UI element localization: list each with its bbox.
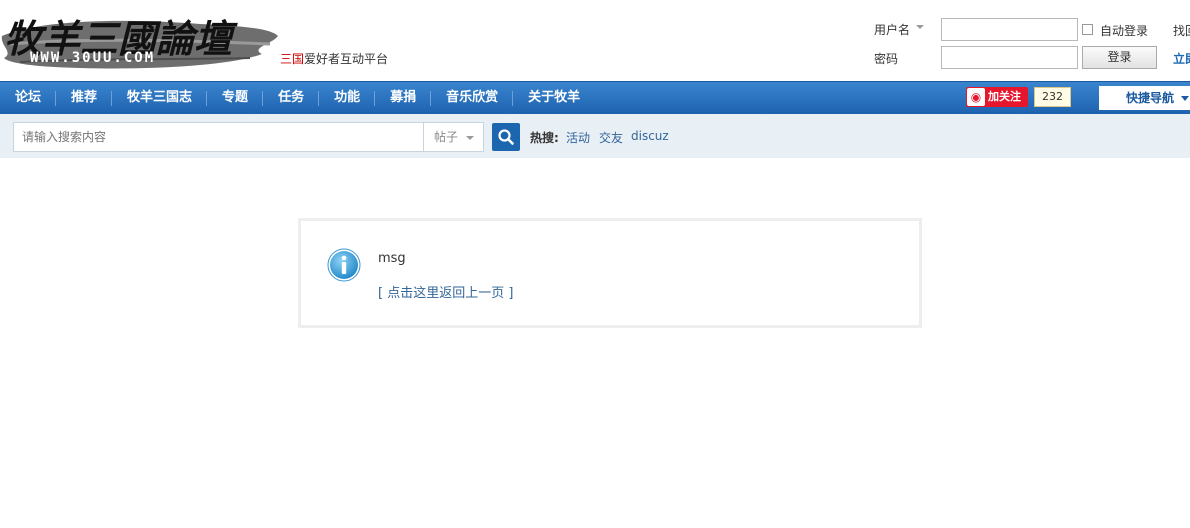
password-label: 密码 <box>874 52 899 66</box>
nav-item-about[interactable]: 关于牧羊 <box>513 82 595 114</box>
search-type-select[interactable]: 帖子 <box>423 122 484 152</box>
forgot-password-link[interactable]: 找回 <box>1173 22 1190 39</box>
hot-search-link[interactable]: discuz <box>631 129 669 143</box>
site-logo[interactable]: 牧羊三國論壇 WWW.30UU.COM <box>0 6 280 74</box>
tagline-highlight: 三国 <box>280 52 305 66</box>
weibo-follower-count: 232 <box>1034 87 1071 107</box>
chevron-down-icon <box>466 136 474 140</box>
username-label[interactable]: 用户名 <box>874 21 910 38</box>
register-link[interactable]: 立即 <box>1173 50 1190 67</box>
nav-item-topics[interactable]: 专题 <box>207 82 264 114</box>
weibo-follow-label: 加关注 <box>988 90 1021 103</box>
nav-item-music[interactable]: 音乐欣赏 <box>431 82 514 114</box>
quick-nav-dropdown[interactable]: 快捷导航 <box>1099 86 1190 110</box>
message-box <box>298 218 922 328</box>
nav-item-three-kingdoms[interactable]: 牧羊三国志 <box>112 82 208 114</box>
weibo-follow-button[interactable]: ◉ 加关注 <box>966 87 1028 107</box>
back-link[interactable]: [ 点击这里返回上一页 ] <box>378 282 513 301</box>
chevron-down-icon[interactable] <box>916 25 924 29</box>
search-bar: 帖子 <box>0 114 1190 158</box>
nav-item-forum[interactable]: 论坛 <box>0 82 57 114</box>
info-icon <box>327 248 361 282</box>
login-button[interactable]: 登录 <box>1082 46 1157 69</box>
password-input[interactable] <box>941 46 1078 69</box>
weibo-icon: ◉ <box>967 88 985 106</box>
hot-search-link[interactable]: 交友 <box>599 129 623 146</box>
search-icon <box>498 129 514 145</box>
nav-item-features[interactable]: 功能 <box>319 82 376 114</box>
nav-item-tasks[interactable]: 任务 <box>263 82 320 114</box>
site-header: 牧羊三國論壇 WWW.30UU.COM 三国爱好者互动平台 用户名 自动登录 找… <box>0 0 1190 81</box>
nav-item-recommend[interactable]: 推荐 <box>56 82 113 114</box>
quick-nav-label: 快捷导航 <box>1126 91 1175 105</box>
tagline-rest: 爱好者互动平台 <box>304 52 389 66</box>
search-input[interactable] <box>13 122 424 152</box>
autologin-label[interactable]: 自动登录 <box>1100 22 1148 39</box>
chevron-down-icon <box>1181 96 1189 101</box>
hot-search-link[interactable]: 活动 <box>566 129 590 146</box>
site-tagline: 三国爱好者互动平台 <box>280 50 388 67</box>
message-text: msg <box>378 251 406 266</box>
logo-url: WWW.30UU.COM <box>30 50 156 66</box>
username-input[interactable] <box>941 18 1078 41</box>
search-type-label: 帖子 <box>434 130 459 144</box>
hot-search-label: 热搜: <box>530 131 559 145</box>
nav-item-donate[interactable]: 募捐 <box>375 82 432 114</box>
nav-list: 论坛 推荐 牧羊三国志 专题 任务 功能 募捐 音乐欣赏 关于牧羊 <box>0 82 595 114</box>
autologin-checkbox[interactable] <box>1082 24 1093 35</box>
search-button[interactable] <box>492 123 520 151</box>
